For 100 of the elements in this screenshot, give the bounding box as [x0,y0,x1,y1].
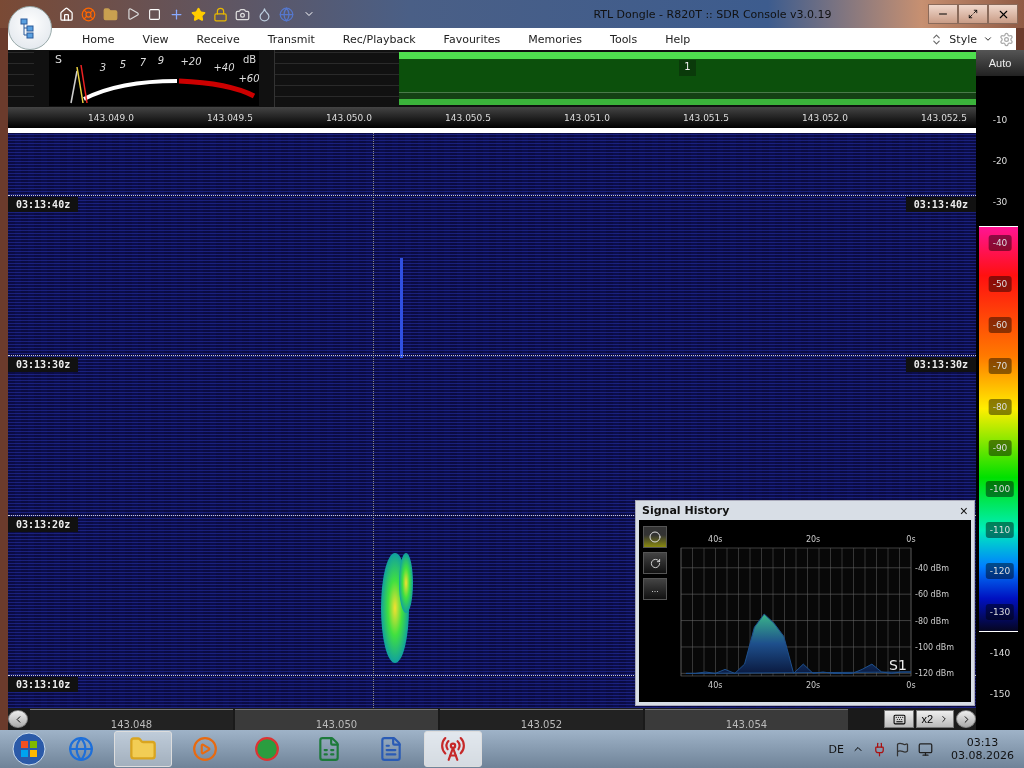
menu-item[interactable]: View [128,32,183,46]
flag-icon[interactable] [895,741,910,757]
scale-label: -150 [988,688,1012,701]
frequency-label: 143.050.0 [326,113,372,123]
minimize-button[interactable] [928,4,958,24]
star-icon[interactable] [190,5,207,23]
maximize-button[interactable] [958,4,988,24]
menu-item[interactable]: Help [651,32,705,46]
language-indicator[interactable]: DE [828,742,844,756]
date: 03.08.2026 [951,749,1014,762]
clock[interactable]: 03:13 03.08.2026 [951,736,1014,762]
menu-item[interactable]: Tools [596,32,652,46]
frequency-label: 143.051.0 [564,113,610,123]
lifebuoy-icon[interactable] [80,5,97,23]
frequency-label: 143.048 [110,718,153,730]
menu-item[interactable]: Rec/Playback [328,32,430,46]
frequency-label: 143.050.5 [445,113,491,123]
axis-label: -100 dBm [915,642,955,652]
scale-label: -120 [985,563,1015,579]
scroll-right-button[interactable] [956,710,976,728]
scale-label: -100 [985,481,1015,497]
s-meter-drawing: S dB 3 5 7 9 +20 +40 +60 [49,51,259,106]
scale-label: -90 [988,440,1012,456]
document-icon [378,736,404,762]
menu-item[interactable]: Home [68,32,129,46]
close-button[interactable] [988,4,1018,24]
axis-label: 20s [805,681,821,690]
scale-label: -60 [988,317,1012,333]
scale-label: -40 [988,235,1012,251]
folder-icon[interactable] [102,5,119,23]
frequency-label: 143.052.0 [802,113,848,123]
close-button[interactable]: × [959,502,968,519]
axis-label: -40 dBm [915,563,949,573]
scroll-left-button[interactable] [8,710,28,728]
frequency-label: 143.052.5 [921,113,967,123]
axis-label: 40s [708,681,723,690]
refresh-icon [649,557,661,569]
time-label: 03:13:40z [8,197,79,212]
axis-label: 20s [805,535,821,544]
keyboard-icon [892,712,906,726]
home-icon[interactable] [58,5,75,23]
record-button[interactable] [643,526,667,548]
menu-item[interactable]: Receive [182,32,254,46]
app-menu-button[interactable] [8,6,52,50]
axis-label: -60 dBm [915,590,949,600]
caret-icon [939,714,949,724]
folder-icon [129,735,157,763]
circle-icon [254,736,280,762]
axis-label: 40s [708,535,723,544]
plug-icon[interactable] [872,741,887,757]
spreadsheet-icon [316,736,342,762]
scale-label: -140 [988,647,1012,660]
panel-title: Signal History [642,504,730,517]
time-label: 03:13:10z [8,677,79,692]
network-icon[interactable] [918,741,933,757]
series-label: S1 [889,657,907,673]
scale-label: -50 [988,276,1012,292]
scale-label: -130 [985,604,1015,620]
scale-label: -20 [991,155,1009,168]
play-icon [192,736,218,762]
menu-item[interactable]: Transmit [253,32,329,46]
scale-label: -70 [988,358,1012,374]
scale-label: -80 [988,399,1012,415]
auto-button[interactable]: Auto [976,50,1024,76]
circle-icon [649,531,661,543]
time-label: 03:13:20z [8,517,79,532]
vfo-marker[interactable]: 1 [679,60,696,76]
keyboard-button[interactable] [884,710,915,728]
more-button[interactable]: ... [643,578,667,600]
menu-item[interactable]: Favourites [429,32,515,46]
frequency-label: 143.049.5 [207,113,253,123]
taskbar-app[interactable] [424,731,482,767]
time: 03:13 [966,736,999,749]
menu-item[interactable]: Memories [514,32,597,46]
refresh-button[interactable] [643,552,667,574]
scale-label: -30 [991,196,1009,209]
frequency-label: 143.049.0 [88,113,134,123]
dropdown-icon[interactable] [983,34,993,44]
axis-label: 0s [906,535,916,544]
time-label: 03:13:30z [8,357,79,372]
scale-label: -110 [985,522,1015,538]
globe-icon [68,736,94,762]
windows-logo-icon [12,732,46,766]
style-menu[interactable]: Style [949,32,977,46]
lock-icon[interactable] [212,5,229,23]
frequency-label: 143.051.5 [683,113,729,123]
settings-icon[interactable] [999,31,1014,47]
maximize-icon [968,9,978,19]
time-label: 03:13:40z [905,197,976,212]
axis-label: 0s [906,681,916,690]
zoom-button[interactable]: x2 [916,710,954,728]
axis-label: -120 dBm [915,669,955,679]
scale-label: -10 [991,114,1009,127]
frequency-label: 143.050 [315,718,358,730]
radio-tower-icon [440,736,466,762]
time-label: 03:13:30z [905,357,976,372]
axis-label: -80 dBm [915,616,949,626]
window-title: RTL Dongle - R820T :: SDR Console v3.0.19 [592,7,833,21]
frequency-label: 143.052 [520,718,563,730]
frequency-label: 143.054 [725,718,768,730]
